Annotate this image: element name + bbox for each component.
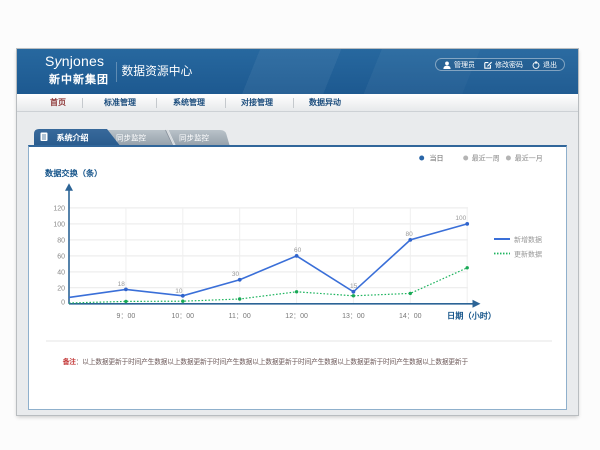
svg-text:更新数据: 更新数据	[514, 250, 542, 259]
svg-text:新增数据: 新增数据	[514, 235, 542, 244]
svg-text:60: 60	[57, 253, 65, 260]
svg-text:最近一月: 最近一月	[515, 154, 543, 163]
svg-text:14：00: 14：00	[399, 313, 422, 320]
svg-text:80: 80	[57, 237, 65, 244]
svg-text:0: 0	[61, 299, 65, 306]
svg-text:日期（小时）: 日期（小时）	[447, 311, 496, 321]
svg-text:120: 120	[53, 205, 65, 212]
svg-text:最近一周: 最近一周	[472, 154, 500, 163]
svg-text:100: 100	[53, 221, 65, 228]
svg-text:10: 10	[175, 288, 183, 295]
svg-text:13：00: 13：00	[342, 313, 365, 320]
svg-text:当日: 当日	[430, 154, 444, 163]
svg-text:9：00: 9：00	[117, 313, 136, 320]
svg-text:40: 40	[57, 269, 65, 276]
svg-text:20: 20	[57, 285, 65, 292]
svg-text:60: 60	[294, 247, 302, 254]
svg-text:15: 15	[350, 283, 358, 290]
svg-text:100: 100	[455, 215, 466, 222]
svg-text:80: 80	[406, 231, 414, 238]
svg-text:12：00: 12：00	[285, 313, 308, 320]
svg-text:同步监控: 同步监控	[179, 133, 209, 143]
svg-text:备注：以上数据更新于时间产生数据以上数据更新于时间产生数据以: 备注：以上数据更新于时间产生数据以上数据更新于时间产生数据以上数据更新于时间产生…	[62, 357, 469, 366]
svg-text:18: 18	[118, 281, 126, 288]
svg-text:数据交换（条）: 数据交换（条）	[45, 168, 102, 178]
svg-text:系统介绍: 系统介绍	[57, 133, 89, 143]
svg-text:30: 30	[232, 271, 240, 278]
svg-text:11：00: 11：00	[229, 313, 251, 320]
svg-text:同步监控: 同步监控	[116, 133, 146, 143]
svg-text:10：00: 10：00	[172, 313, 195, 320]
